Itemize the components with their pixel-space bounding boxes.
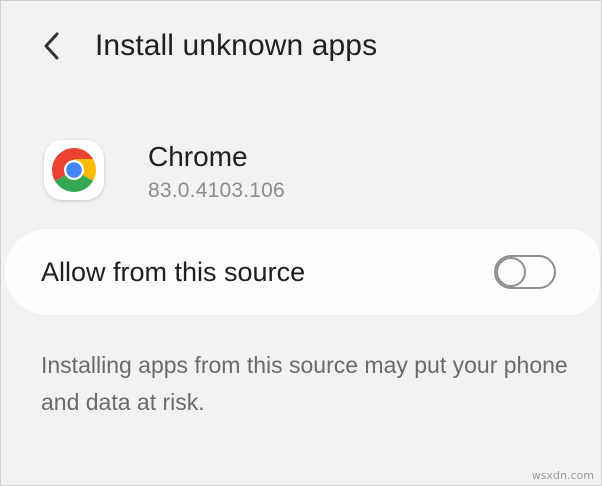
chevron-left-icon — [44, 32, 59, 60]
allow-source-setting[interactable]: Allow from this source — [4, 229, 600, 315]
app-info-row: Chrome 83.0.4103.106 — [0, 130, 602, 210]
app-version: 83.0.4103.106 — [148, 179, 285, 202]
allow-source-toggle[interactable] — [494, 255, 556, 289]
allow-source-label: Allow from this source — [41, 257, 306, 287]
page-title: Install unknown apps — [95, 29, 378, 62]
watermark-text: wsxdn.com — [531, 469, 594, 482]
toggle-knob — [496, 257, 526, 287]
app-name: Chrome — [148, 141, 248, 172]
app-bar: Install unknown apps — [0, 0, 602, 92]
back-button[interactable] — [36, 26, 72, 66]
chrome-logo-icon — [44, 140, 104, 200]
risk-warning-text: Installing apps from this source may put… — [41, 352, 568, 415]
